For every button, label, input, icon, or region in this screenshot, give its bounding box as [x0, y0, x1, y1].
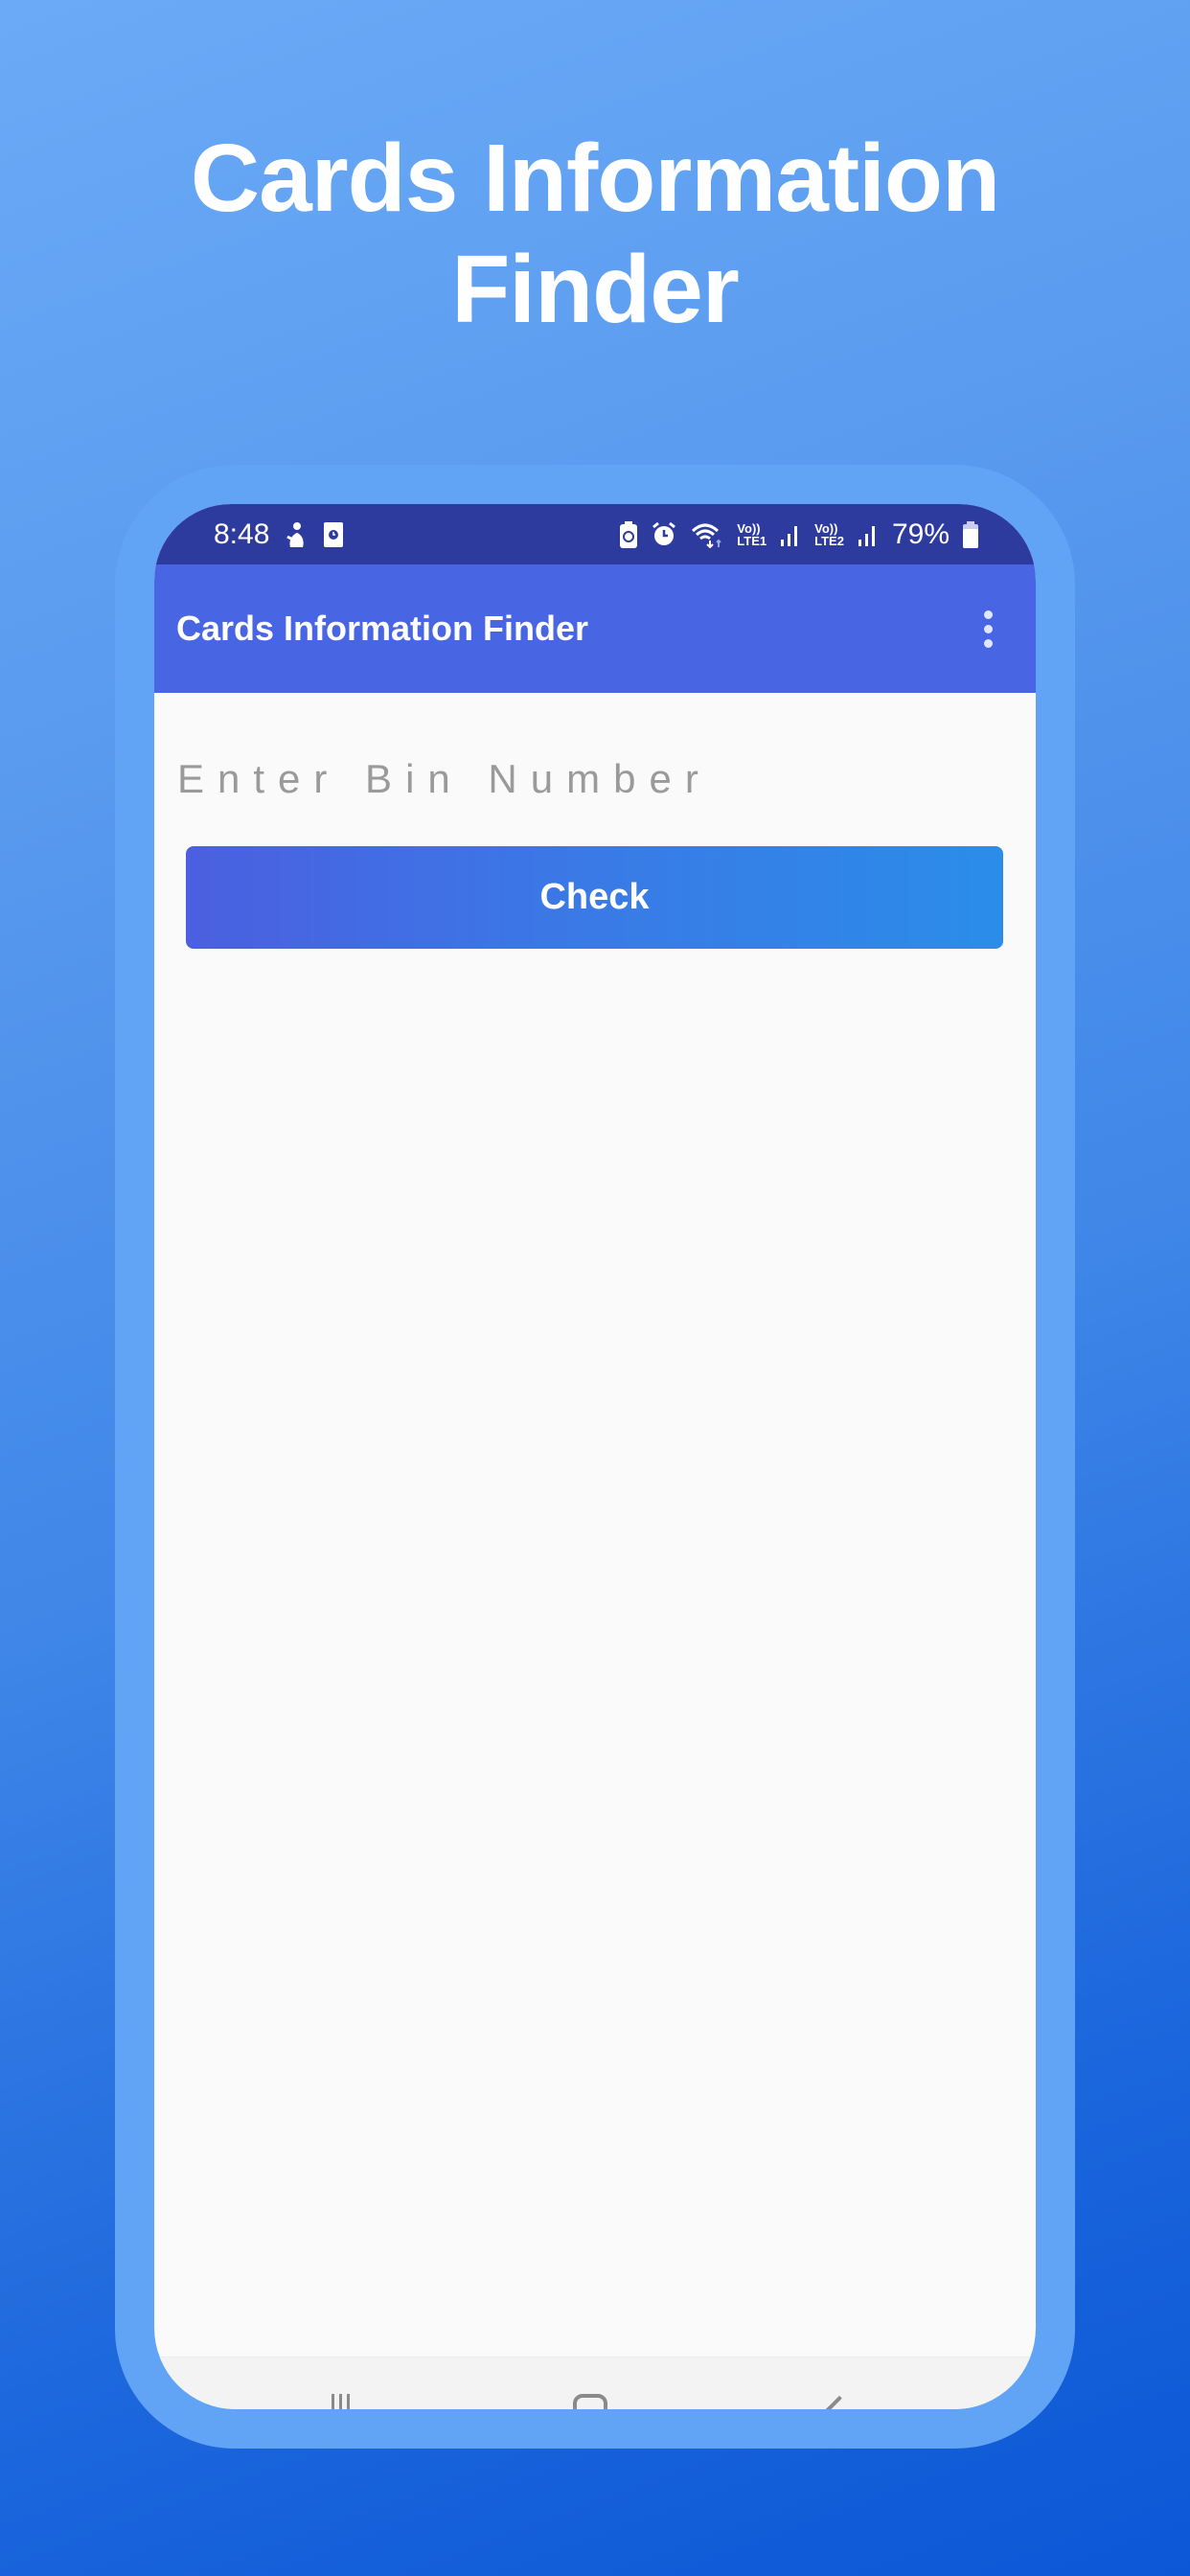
battery-percentage: 79% — [891, 518, 950, 550]
check-button[interactable]: Check — [186, 846, 1003, 949]
wifi-icon — [691, 521, 723, 548]
battery-saver-icon — [620, 520, 638, 548]
volte-lte1-bottom: LTE1 — [737, 533, 767, 548]
clock-app-icon — [323, 521, 344, 548]
navigation-bar — [154, 2357, 1036, 2409]
bin-number-input[interactable] — [177, 741, 1001, 817]
volte-lte1-label: Vo)) LTE1 — [737, 522, 767, 547]
volte-lte2-label: Vo)) LTE2 — [814, 522, 844, 547]
volte-lte2-bottom: LTE2 — [814, 533, 844, 548]
status-bar: 8:48 Vo)) LTE1 Vo)) LTE2 79% — [154, 504, 1036, 564]
app-bar: Cards Information Finder — [154, 564, 1036, 693]
person-notification-icon — [285, 521, 308, 548]
volte-lte2-top: Vo)) — [814, 520, 838, 536]
battery-icon — [963, 520, 978, 548]
promo-title: Cards Information Finder — [0, 123, 1190, 345]
phone-screen: 8:48 Vo)) LTE1 Vo)) LTE2 79% Cards Infor… — [154, 504, 1036, 2409]
recent-apps-icon[interactable] — [332, 2394, 350, 2409]
back-icon[interactable] — [825, 2395, 854, 2409]
alarm-icon — [651, 521, 677, 548]
promo-title-line1: Cards Information — [190, 125, 1000, 232]
volte-lte1-top: Vo)) — [737, 520, 761, 536]
app-bar-title: Cards Information Finder — [176, 609, 589, 648]
more-vert-icon[interactable] — [969, 600, 1007, 657]
home-icon[interactable] — [573, 2394, 607, 2409]
status-time: 8:48 — [214, 518, 270, 550]
promo-title-line2: Finder — [451, 236, 740, 343]
signal-strength-1-icon — [780, 522, 801, 547]
signal-strength-2-icon — [858, 522, 879, 547]
